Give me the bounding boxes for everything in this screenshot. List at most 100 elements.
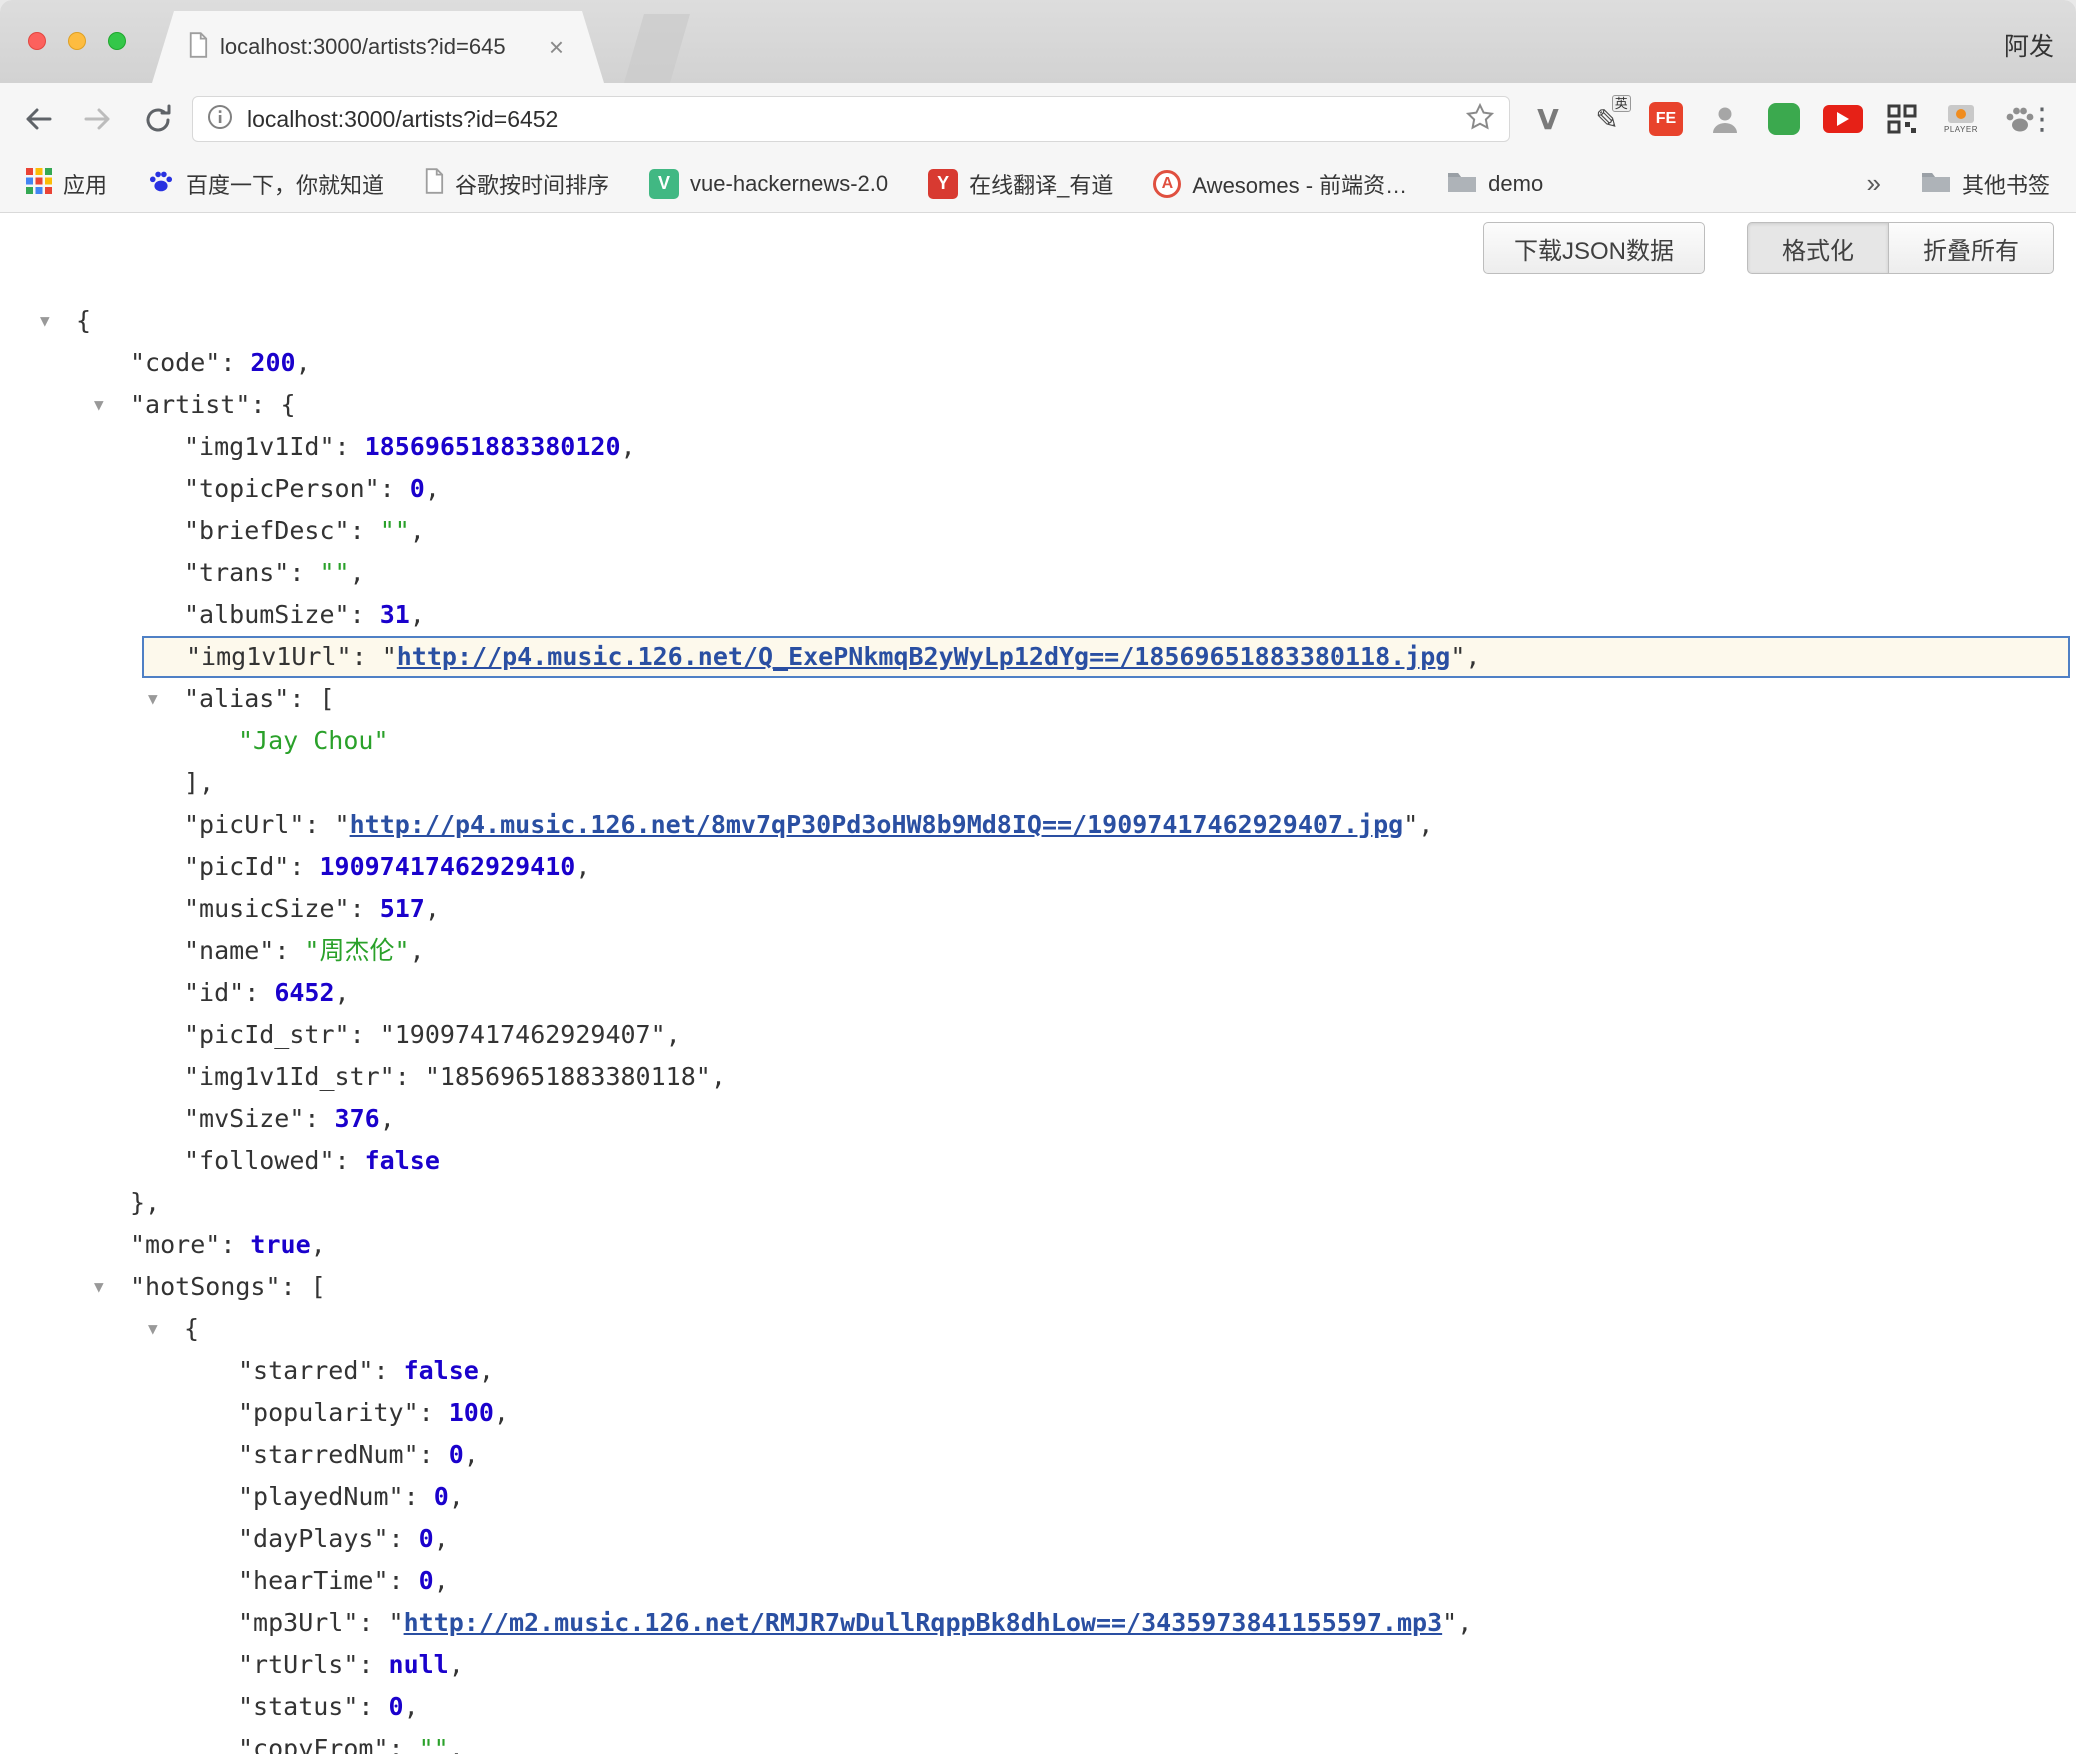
translate-pen-icon[interactable]: ✎英 xyxy=(1587,97,1627,141)
qrcode-icon[interactable] xyxy=(1882,97,1922,141)
player-extension-icon[interactable]: PLAYER xyxy=(1941,97,1981,141)
json-token: "status" xyxy=(238,1692,358,1721)
json-line: ▼{ xyxy=(0,1308,2076,1350)
json-line: "picId": 19097417462929410, xyxy=(0,846,2076,888)
json-line: "mvSize": 376, xyxy=(0,1098,2076,1140)
json-token: : xyxy=(358,1608,388,1637)
json-line: "briefDesc": "", xyxy=(0,510,2076,552)
forward-button[interactable] xyxy=(74,95,122,143)
download-json-button[interactable]: 下载JSON数据 xyxy=(1483,222,1705,274)
json-token: "dayPlays" xyxy=(238,1524,389,1553)
collapse-toggle-icon[interactable]: ▼ xyxy=(148,678,158,720)
json-token: "18569651883380118" xyxy=(425,1062,711,1091)
json-token: : xyxy=(350,1020,380,1049)
json-token: "picId_str" xyxy=(184,1020,350,1049)
back-button[interactable] xyxy=(14,95,62,143)
json-token: "name" xyxy=(184,936,274,965)
browser-menu-icon[interactable]: ⋮ xyxy=(2020,95,2064,143)
green-extension-icon[interactable] xyxy=(1764,97,1804,141)
bookmark-label: 百度一下，你就知道 xyxy=(186,168,384,200)
json-token: : xyxy=(335,1146,365,1175)
json-line-highlighted: "img1v1Url": "http://p4.music.126.net/Q_… xyxy=(142,636,2070,678)
collapse-toggle-icon[interactable]: ▼ xyxy=(40,300,50,342)
url-link[interactable]: http://p4.music.126.net/Q_ExePNkmqB2yWyL… xyxy=(397,642,1451,671)
url-link[interactable]: http://p4.music.126.net/8mv7qP30Pd3oHW8b… xyxy=(350,810,1404,839)
json-token: 0 xyxy=(434,1482,449,1511)
collapse-all-button[interactable]: 折叠所有 xyxy=(1888,222,2054,274)
json-token: "followed" xyxy=(184,1146,335,1175)
close-window-button[interactable] xyxy=(28,32,46,50)
json-token: , xyxy=(434,1566,449,1595)
address-bar[interactable]: localhost:3000/artists?id=6452 xyxy=(192,96,1510,142)
url-link[interactable]: http://m2.music.126.net/RMJR7wDullRqppBk… xyxy=(404,1608,1443,1637)
fehelper-icon[interactable]: FE xyxy=(1646,97,1686,141)
json-token: }, xyxy=(130,1188,160,1217)
collapse-toggle-icon[interactable]: ▼ xyxy=(148,1308,158,1350)
bookmark-item-vue-hackernews[interactable]: V vue-hackernews-2.0 xyxy=(649,169,888,199)
json-line: "musicSize": 517, xyxy=(0,888,2076,930)
json-token: false xyxy=(365,1146,440,1175)
tab-strip: localhost:3000/artists?id=645 × 阿发 xyxy=(0,0,2076,83)
page-info-icon[interactable] xyxy=(207,104,233,135)
format-button[interactable]: 格式化 xyxy=(1747,222,1888,274)
baidu-paw-icon xyxy=(147,167,175,201)
tab-close-icon[interactable]: × xyxy=(549,34,564,60)
bookmark-star-icon[interactable] xyxy=(1465,102,1495,137)
json-tree: ▼{"code": 200,▼"artist": {"img1v1Id": 18… xyxy=(0,300,2076,1754)
json-token: : xyxy=(350,894,380,923)
bookmark-item-apps[interactable]: 应用 xyxy=(26,168,107,200)
tab-title: localhost:3000/artists?id=645 xyxy=(220,34,537,60)
collapse-toggle-icon[interactable]: ▼ xyxy=(94,1266,104,1308)
new-tab-button[interactable] xyxy=(624,14,690,83)
json-token: "picUrl" xyxy=(184,810,304,839)
json-token: null xyxy=(389,1650,449,1679)
bookmark-item-awesomes[interactable]: A Awesomes - 前端资… xyxy=(1153,168,1407,200)
json-line: "followed": false xyxy=(0,1140,2076,1182)
json-token: "mp3Url" xyxy=(238,1608,358,1637)
json-token: 18569651883380120 xyxy=(365,432,621,461)
json-line: "dayPlays": 0, xyxy=(0,1518,2076,1560)
bookmark-label: 谷歌按时间排序 xyxy=(455,168,609,200)
json-line: "name": "周杰伦", xyxy=(0,930,2076,972)
youdao-icon: Y xyxy=(928,169,958,199)
json-token: "picId" xyxy=(184,852,289,881)
json-token: : xyxy=(404,1482,434,1511)
json-line: ▼"alias": [ xyxy=(0,678,2076,720)
json-token: , xyxy=(335,978,350,1007)
bookmarks-overflow-icon[interactable]: » xyxy=(1867,168,1881,199)
json-line: "picUrl": "http://p4.music.126.net/8mv7q… xyxy=(0,804,2076,846)
youtube-icon[interactable] xyxy=(1823,97,1863,141)
bookmark-item-demo[interactable]: demo xyxy=(1447,169,1543,199)
json-token: "trans" xyxy=(184,558,289,587)
json-token: , xyxy=(404,1692,419,1721)
profile-name[interactable]: 阿发 xyxy=(2004,27,2054,63)
json-token: , xyxy=(449,1650,464,1679)
json-line: "mp3Url": "http://m2.music.126.net/RMJR7… xyxy=(0,1602,2076,1644)
bookmark-label: 应用 xyxy=(63,168,107,200)
browser-tab[interactable]: localhost:3000/artists?id=645 × xyxy=(152,11,604,83)
json-token: : xyxy=(335,432,365,461)
json-token: "playedNum" xyxy=(238,1482,404,1511)
apps-grid-icon xyxy=(26,168,52,200)
awesomes-icon: A xyxy=(1153,170,1181,198)
json-token: 6452 xyxy=(274,978,334,1007)
json-token: , xyxy=(296,348,311,377)
json-token: " xyxy=(1450,642,1465,671)
minimize-window-button[interactable] xyxy=(68,32,86,50)
zoom-window-button[interactable] xyxy=(108,32,126,50)
url-text[interactable]: localhost:3000/artists?id=6452 xyxy=(247,106,1451,133)
json-token: "popularity" xyxy=(238,1398,419,1427)
bookmark-item-youdao[interactable]: Y 在线翻译_有道 xyxy=(928,168,1113,200)
document-icon xyxy=(424,168,444,200)
bookmark-item-google-sort[interactable]: 谷歌按时间排序 xyxy=(424,168,609,200)
violentmonkey-icon[interactable]: V xyxy=(1528,97,1568,141)
profile-person-icon[interactable] xyxy=(1705,97,1745,141)
other-bookmarks[interactable]: 其他书签 xyxy=(1921,168,2050,200)
json-line: "playedNum": 0, xyxy=(0,1476,2076,1518)
json-token: 376 xyxy=(335,1104,380,1133)
reload-button[interactable] xyxy=(134,95,182,143)
collapse-toggle-icon[interactable]: ▼ xyxy=(94,384,104,426)
json-token: " xyxy=(1442,1608,1457,1637)
json-token: 0 xyxy=(389,1692,404,1721)
bookmark-item-baidu[interactable]: 百度一下，你就知道 xyxy=(147,167,384,201)
